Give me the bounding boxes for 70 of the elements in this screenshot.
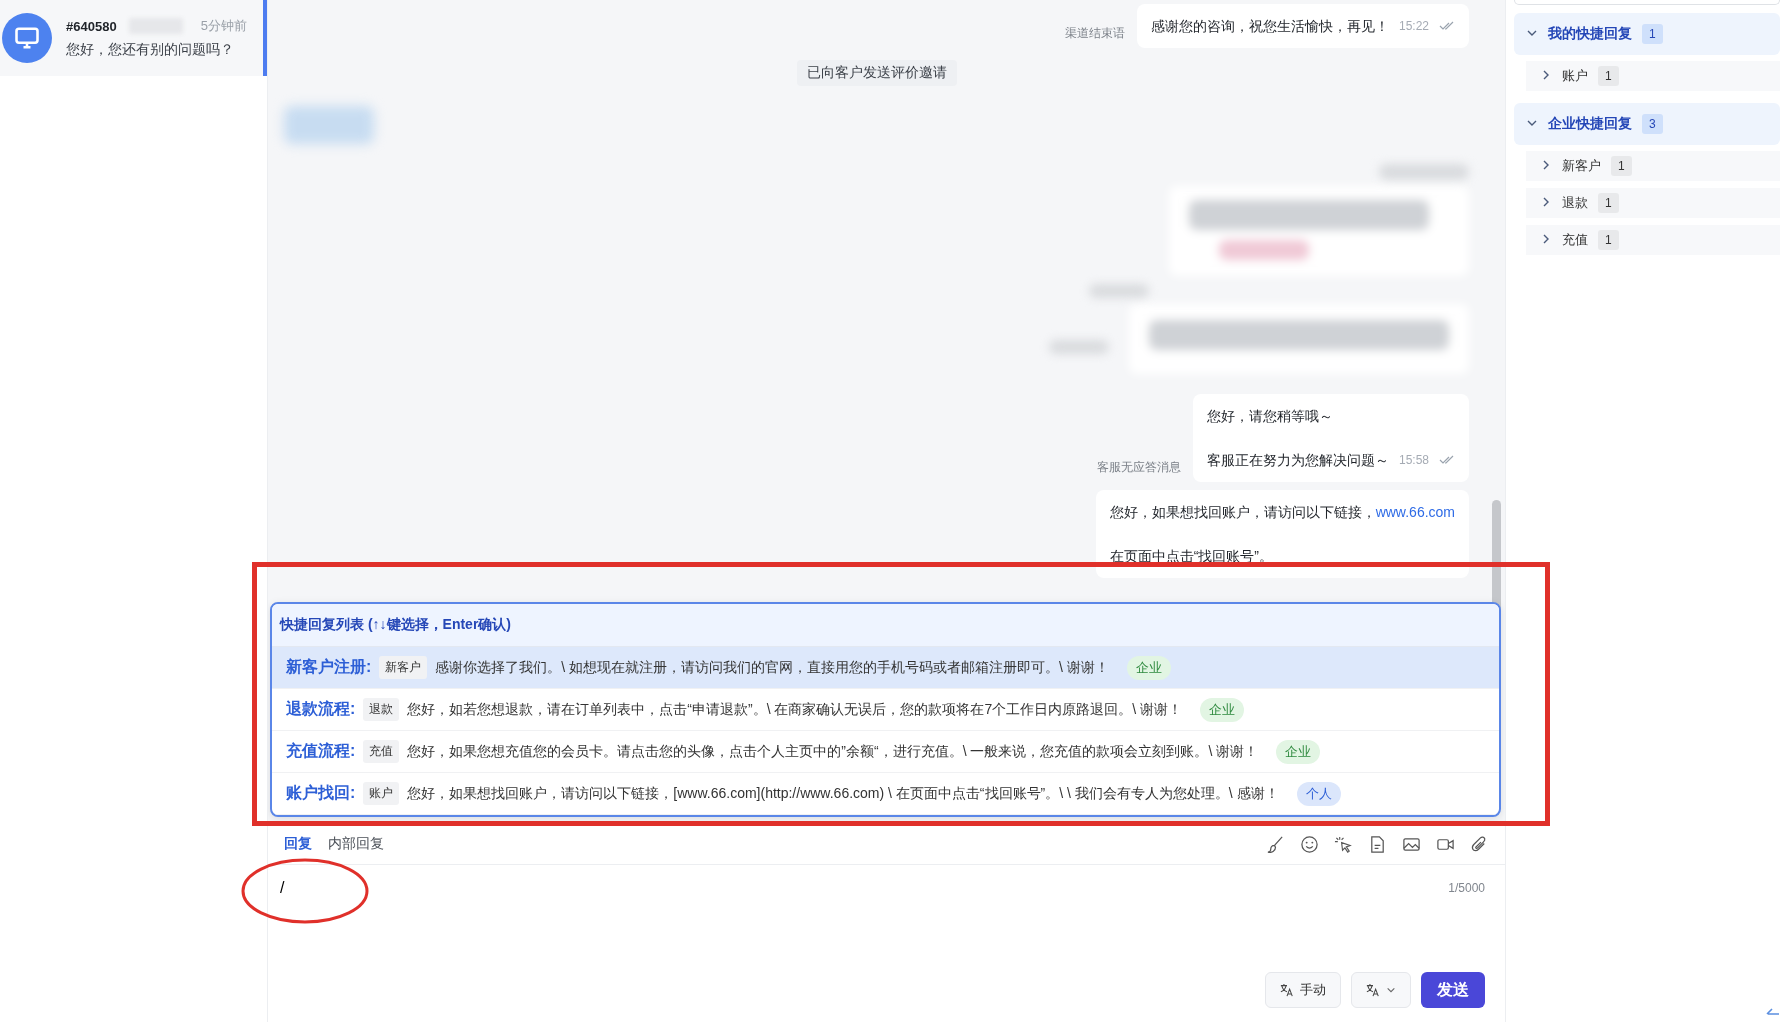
category-label: 退款	[1562, 194, 1588, 212]
quick-reply-item[interactable]: 充值流程: 充值 您好，如果您想充值您的会员卡。请点击您的头像，点击个人主页中的”余额“，进行充值。\ 一般来说，您充值的款项会立刻到账。\ 谢谢！ 企业	[272, 731, 1499, 773]
message-time: 15:22	[1398, 18, 1429, 35]
message-input[interactable]: /	[278, 875, 1449, 901]
message-text: 您好，请您稍等哦～	[1206, 407, 1333, 426]
conversation-item[interactable]: #640580 5分钟前 您好，您还有别的问题吗？	[0, 0, 267, 76]
reply-title: 账户找回:	[286, 783, 356, 803]
quick-reply-item[interactable]: 退款流程: 退款 您好，如若您想退款，请在订单列表中，点击“申请退款”。\ 在商家确认无误后，您的款项将在7个工作日内原路退回。\ 谢谢！ 企业	[272, 689, 1499, 731]
reply-title: 新客户注册:	[286, 657, 372, 677]
reply-content: 您好，如果您想充值您的会员卡。请点击您的头像，点击个人主页中的”余额“，进行充值。\ 一般来说，您充值的款项会立刻到账。\ 谢谢！	[407, 742, 1259, 761]
system-notice: 已向客户发送评价邀请	[796, 60, 957, 86]
conversation-time: 5分钟前	[200, 17, 247, 35]
quick-reply-item[interactable]: 新客户注册: 新客户 感谢你选择了我们。\ 如想现在就注册，请访问我们的官网，直接用您的手机号码或者邮箱注册即可。\ 谢谢！ 企业	[272, 647, 1499, 689]
message-text: 感谢您的咨询，祝您生活愉快，再见！	[1150, 17, 1389, 36]
double-check-icon	[1439, 455, 1455, 465]
translate-icon	[1280, 983, 1294, 997]
group-label: 企业快捷回复	[1548, 115, 1632, 133]
reply-title: 充值流程:	[286, 741, 356, 761]
category-label: 充值	[1562, 231, 1588, 249]
quick-reply-category[interactable]: 账户 1	[1526, 61, 1780, 91]
scope-badge: 企业	[1126, 655, 1171, 680]
message-text: 客服正在努力为您解决问题～	[1206, 451, 1389, 470]
message-time: 15:58	[1398, 452, 1429, 469]
reply-title: 退款流程:	[286, 699, 356, 719]
send-button[interactable]: 发送	[1421, 972, 1485, 1008]
conversation-number: #640580	[66, 18, 117, 34]
message-link[interactable]: www.66.com	[1375, 504, 1455, 520]
reply-tag: 账户	[363, 782, 400, 805]
conversation-preview: 您好，您还有别的问题吗？	[66, 41, 235, 59]
reply-tab[interactable]: 回复	[284, 835, 312, 853]
reply-tab[interactable]: 内部回复	[328, 835, 384, 853]
reply-tag: 退款	[363, 698, 400, 721]
count-badge: 1	[1598, 230, 1619, 250]
translate-mode-button[interactable]: 手动	[1265, 972, 1341, 1008]
language-dropdown[interactable]	[1351, 972, 1411, 1008]
quick-reply-category[interactable]: 退款 1	[1526, 188, 1780, 218]
cursor-click-icon[interactable]	[1334, 834, 1353, 854]
quick-reply-item[interactable]: 账户找回: 账户 您好，如果想找回账户，请访问以下链接，[www.66.com](http://www.66.com) \ 在页面中点击“找回账号”。\ \ 我们会有专人为您处理。\ 感谢！ 个人	[272, 773, 1499, 815]
scope-badge: 企业	[1276, 739, 1321, 764]
quick-reply-category[interactable]: 新客户 1	[1526, 151, 1780, 181]
reply-content: 感谢你选择了我们。\ 如想现在就注册，请访问我们的官网，直接用您的手机号码或者邮箱注册即可。\ 谢谢！	[435, 658, 1109, 677]
reply-tag: 充值	[363, 740, 400, 763]
count-badge: 3	[1642, 114, 1663, 134]
reply-tag: 新客户	[379, 656, 428, 679]
translate-icon	[1366, 983, 1380, 997]
count-badge: 1	[1642, 24, 1663, 44]
scope-badge: 企业	[1200, 697, 1244, 722]
popup-header: 快捷回复列表 (↑↓键选择，Enter确认)	[272, 604, 1499, 647]
reply-content: 您好，如果想找回账户，请访问以下链接，[www.66.com](http://www.66.com) \ 在页面中点击“找回账号”。\ \ 我们会有专人为您处理。\ 感谢！	[407, 784, 1279, 803]
message-text: 您好，如果想找回账户，请访问以下链接，www.66.com	[1109, 503, 1455, 522]
monitor-avatar-icon	[2, 13, 52, 63]
count-badge: 1	[1611, 156, 1632, 176]
reply-content: 您好，如若您想退款，请在订单列表中，点击“申请退款”。\ 在商家确认无误后，您的款项将在7个工作日内原路退回。\ 谢谢！	[407, 700, 1182, 719]
quick-reply-group[interactable]: 企业快捷回复 3	[1514, 103, 1780, 145]
group-label: 我的快捷回复	[1548, 25, 1632, 43]
caret-icon	[1386, 985, 1396, 995]
emoji-icon[interactable]	[1300, 834, 1319, 854]
brush-icon[interactable]	[1266, 834, 1285, 854]
document-icon[interactable]	[1368, 834, 1387, 854]
quick-reply-group[interactable]: 我的快捷回复 1	[1514, 13, 1780, 55]
double-check-icon	[1439, 21, 1455, 31]
count-badge: 1	[1598, 66, 1619, 86]
scope-badge: 个人	[1296, 781, 1341, 806]
character-counter: 1/5000	[1448, 880, 1485, 897]
count-badge: 1	[1598, 193, 1619, 213]
message-label: 客服无应答消息	[1096, 459, 1181, 476]
category-label: 新客户	[1562, 157, 1601, 175]
category-label: 账户	[1562, 67, 1588, 85]
quick-reply-category[interactable]: 充值 1	[1526, 225, 1780, 255]
message-label: 渠道结束语	[1064, 25, 1125, 42]
